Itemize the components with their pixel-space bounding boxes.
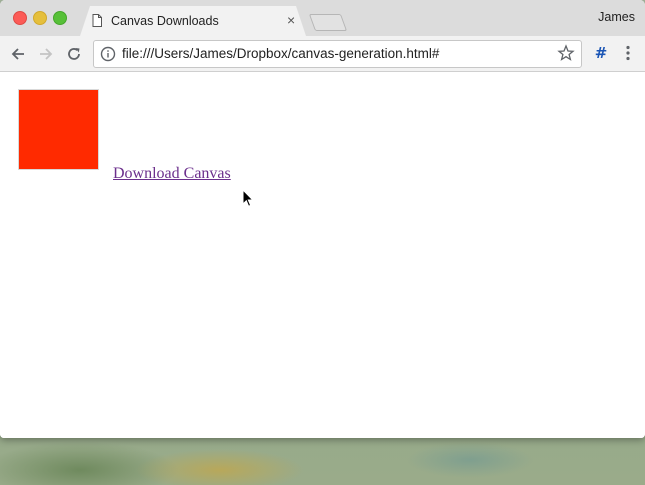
page-content: Download Canvas xyxy=(0,72,645,438)
document-icon xyxy=(92,14,102,27)
url-text[interactable]: file:///Users/James/Dropbox/canvas-gener… xyxy=(122,46,439,61)
address-bar[interactable]: file:///Users/James/Dropbox/canvas-gener… xyxy=(93,40,582,68)
extension-hash-icon[interactable]: # xyxy=(593,44,609,62)
profile-name[interactable]: James xyxy=(598,10,635,24)
mouse-cursor-icon xyxy=(242,189,254,207)
forward-arrow-icon xyxy=(40,47,53,60)
new-tab-button[interactable] xyxy=(308,14,348,31)
tab-strip: Canvas Downloads × James xyxy=(0,0,645,36)
download-canvas-link[interactable]: Download Canvas xyxy=(113,165,231,183)
window-maximize-button[interactable] xyxy=(53,11,67,25)
window-minimize-button[interactable] xyxy=(33,11,47,25)
tab-close-icon[interactable]: × xyxy=(287,12,295,28)
menu-kebab-icon[interactable] xyxy=(620,44,636,62)
reload-button[interactable] xyxy=(61,36,87,71)
generated-canvas xyxy=(18,89,99,170)
bookmark-star-icon[interactable] xyxy=(557,44,575,62)
browser-toolbar: file:///Users/James/Dropbox/canvas-gener… xyxy=(0,36,645,72)
forward-button[interactable] xyxy=(33,36,59,71)
back-arrow-icon xyxy=(11,47,24,60)
back-button[interactable] xyxy=(5,36,31,71)
browser-window: Canvas Downloads × James file:///Users/J… xyxy=(0,0,645,438)
info-icon[interactable] xyxy=(100,46,116,62)
tab-canvas-downloads[interactable]: Canvas Downloads × xyxy=(80,6,306,36)
tab-title: Canvas Downloads xyxy=(111,14,219,28)
reload-icon xyxy=(68,47,80,60)
window-close-button[interactable] xyxy=(13,11,27,25)
